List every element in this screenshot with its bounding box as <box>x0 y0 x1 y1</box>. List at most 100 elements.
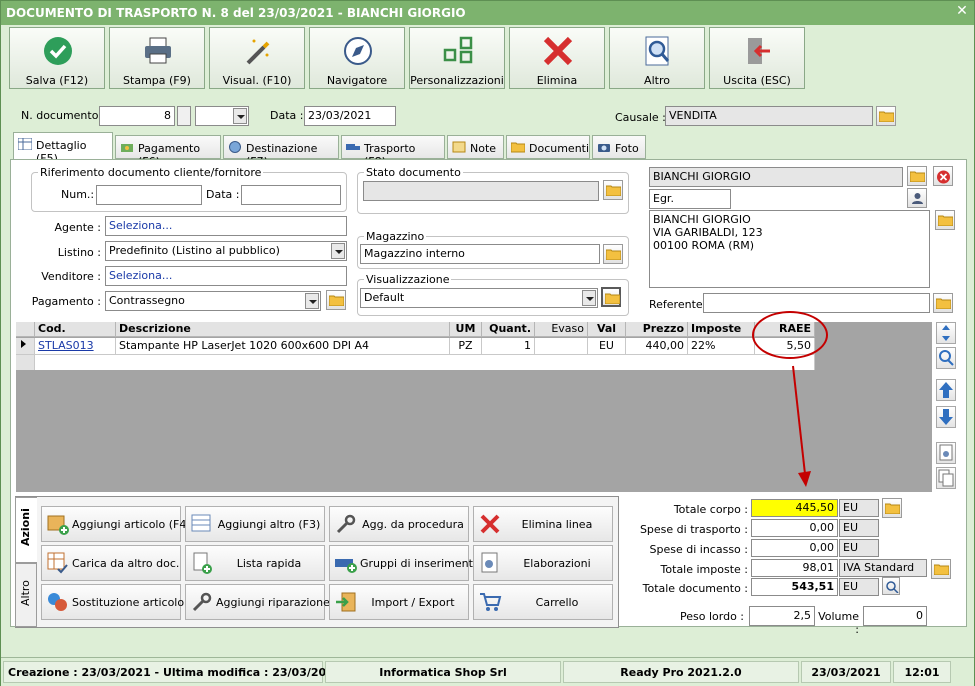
col-descrizione[interactable]: Descrizione <box>116 322 450 337</box>
causale-folder-button[interactable] <box>876 106 896 126</box>
cart-button[interactable]: Carrello <box>473 584 613 620</box>
navigator-button[interactable]: Navigatore <box>309 27 405 89</box>
col-val[interactable]: Val <box>588 322 626 337</box>
cell-quant[interactable]: 1 <box>482 338 535 355</box>
tab-dettaglio[interactable]: Dettaglio (F5) <box>13 132 113 165</box>
print-button[interactable]: Stampa (F9) <box>109 27 205 89</box>
import-export-button[interactable]: Import / Export <box>329 584 469 620</box>
chevron-down-icon[interactable] <box>582 290 596 306</box>
cell-val[interactable]: EU <box>588 338 626 355</box>
col-prezzo[interactable]: Prezzo <box>626 322 688 337</box>
totale-corpo-value[interactable]: 445,50 <box>751 499 838 517</box>
referente-input[interactable] <box>703 293 930 313</box>
listino-select[interactable]: Predefinito (Listino al pubblico) <box>105 241 347 261</box>
cell-imposte[interactable]: 22% <box>688 338 755 355</box>
peso-lordo-label: Peso lordo : <box>680 610 744 623</box>
magazzino-input[interactable]: Magazzino interno <box>360 244 600 264</box>
tab-note[interactable]: Note <box>447 135 504 159</box>
totale-documento-value[interactable]: 543,51 <box>751 578 838 596</box>
data-input[interactable]: 23/03/2021 <box>304 106 396 126</box>
tab-trasporto[interactable]: Trasporto (F8) <box>341 135 445 168</box>
quick-list-icon <box>193 552 212 574</box>
row-indicator[interactable] <box>16 338 35 355</box>
cliente-address-box[interactable]: BIANCHI GIORGIO VIA GARIBALDI, 123 00100… <box>649 210 930 288</box>
stato-folder-button[interactable] <box>603 180 623 200</box>
other-button[interactable]: Altro <box>609 27 705 89</box>
cell-prezzo[interactable]: 440,00 <box>626 338 688 355</box>
processing-button[interactable]: Elaborazioni <box>473 545 613 581</box>
close-icon[interactable]: ✕ <box>954 3 970 19</box>
add-item-button[interactable]: Aggiungi articolo (F4) <box>41 506 191 542</box>
grid-refresh-button[interactable] <box>936 322 956 344</box>
venditore-input[interactable]: Seleziona... <box>105 266 347 286</box>
cell-evaso[interactable] <box>535 338 588 355</box>
exit-button[interactable]: Uscita (ESC) <box>709 27 805 89</box>
spese-incasso-value[interactable]: 0,00 <box>751 539 838 557</box>
agente-input[interactable]: Seleziona... <box>105 216 347 236</box>
cell-descrizione[interactable]: Stampante HP LaserJet 1020 600x600 DPI A… <box>116 338 450 355</box>
add-repair-button[interactable]: Aggiungi riparazione <box>185 584 330 620</box>
visualizzazione-folder-button[interactable] <box>601 287 621 307</box>
num-input[interactable] <box>96 185 202 205</box>
tab-azioni[interactable]: Azioni <box>15 497 37 563</box>
tab-foto[interactable]: Foto <box>592 135 646 159</box>
totale-zoom-button[interactable] <box>882 577 900 595</box>
pagamento-select[interactable]: Contrassegno <box>105 291 321 311</box>
preview-button[interactable]: Visual. (F10) <box>209 27 305 89</box>
tab-altro[interactable]: Altro <box>15 563 37 627</box>
add-from-procedure-button[interactable]: Agg. da procedura <box>329 506 469 542</box>
chevron-down-icon[interactable] <box>305 293 319 309</box>
replace-item-button[interactable]: Sostituzione articolo <box>41 584 184 620</box>
ndoc-series-select[interactable] <box>195 106 249 126</box>
new-row-indicator[interactable] <box>16 355 35 370</box>
col-evaso[interactable]: Evaso <box>535 322 588 337</box>
chevron-down-icon[interactable] <box>233 108 247 124</box>
save-button[interactable]: Salva (F12) <box>9 27 105 89</box>
cliente-name-input[interactable]: BIANCHI GIORGIO <box>649 167 903 187</box>
chevron-down-icon[interactable] <box>331 243 345 259</box>
col-imposte[interactable]: Imposte <box>688 322 755 337</box>
spese-trasporto-value[interactable]: 0,00 <box>751 519 838 537</box>
delete-line-button[interactable]: Elimina linea <box>473 506 613 542</box>
cell-cod[interactable]: STLAS013 <box>35 338 116 355</box>
peso-lordo-input[interactable]: 2,5 <box>749 606 815 626</box>
cell-um[interactable]: PZ <box>450 338 482 355</box>
move-down-button[interactable] <box>936 406 956 428</box>
totale-imposte-label: Totale imposte : <box>660 563 748 576</box>
cliente-remove-button[interactable] <box>933 166 953 186</box>
move-up-button[interactable] <box>936 379 956 401</box>
tab-destinazione[interactable]: Destinazione (F7) <box>223 135 339 168</box>
add-other-button[interactable]: Aggiungi altro (F3) <box>185 506 325 542</box>
col-um[interactable]: UM <box>450 322 482 337</box>
new-row[interactable] <box>35 355 815 370</box>
address-folder-button[interactable] <box>935 210 955 230</box>
customize-button[interactable]: Personalizzazioni <box>409 27 505 89</box>
ndoc-input[interactable]: 8 <box>99 106 175 126</box>
cliente-folder-button[interactable] <box>907 166 927 186</box>
cliente-contact-button[interactable] <box>907 188 927 208</box>
delete-button[interactable]: Elimina <box>509 27 605 89</box>
cliente-title-input[interactable]: Egr. <box>649 189 731 209</box>
visualizzazione-select[interactable]: Default <box>360 288 598 308</box>
stato-input[interactable] <box>363 181 599 201</box>
copy-button[interactable] <box>936 467 956 489</box>
ndoc-suffix-input[interactable] <box>177 106 191 126</box>
causale-input[interactable]: VENDITA <box>665 106 873 126</box>
grid-search-button[interactable] <box>936 347 956 369</box>
referente-folder-button[interactable] <box>933 293 953 313</box>
col-quant[interactable]: Quant. <box>482 322 535 337</box>
volume-input[interactable]: 0 <box>863 606 927 626</box>
pagamento-folder-button[interactable] <box>326 290 346 310</box>
quick-list-button[interactable]: Lista rapida <box>185 545 325 581</box>
tab-documenti[interactable]: Documenti <box>506 135 590 159</box>
insert-groups-button[interactable]: Gruppi di inserimento <box>329 545 480 581</box>
magazzino-folder-button[interactable] <box>603 244 623 264</box>
tab-pagamento[interactable]: Pagamento (F6) <box>115 135 221 168</box>
load-from-doc-button[interactable]: Carica da altro doc. <box>41 545 181 581</box>
col-cod[interactable]: Cod. <box>35 322 116 337</box>
settings-button[interactable] <box>936 442 956 464</box>
rif-data-input[interactable] <box>241 185 341 205</box>
totale-imposte-value[interactable]: 98,01 <box>751 559 838 577</box>
totale-corpo-folder-button[interactable] <box>882 498 902 518</box>
iva-folder-button[interactable] <box>931 559 951 579</box>
